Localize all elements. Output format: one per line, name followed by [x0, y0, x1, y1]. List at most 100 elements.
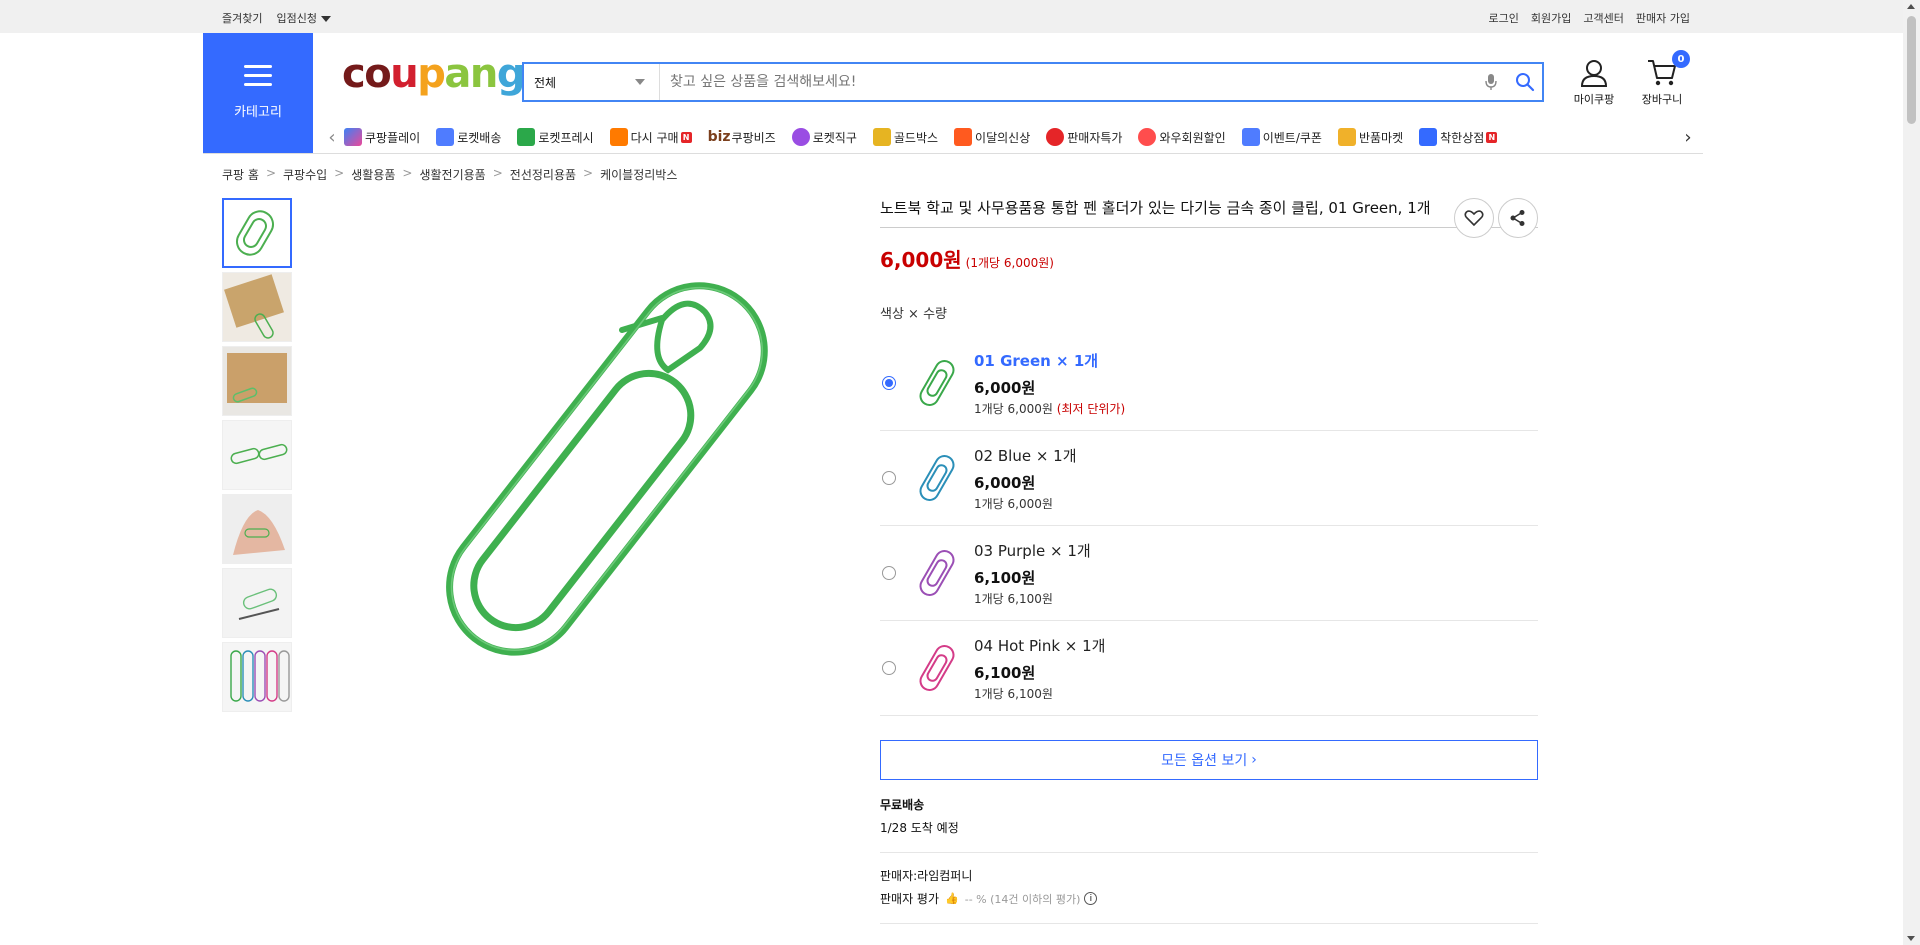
my-coupang-label: 마이쿠팡: [1573, 93, 1615, 106]
search-input[interactable]: [660, 64, 1480, 100]
product-thumbnail[interactable]: [222, 272, 292, 342]
customer-center-link[interactable]: 고객센터: [1583, 10, 1623, 26]
cart-button[interactable]: 장바구니 0: [1636, 50, 1690, 107]
strip-item-rebuy[interactable]: 다시 구매 N: [609, 128, 692, 146]
play-icon: [344, 128, 362, 146]
product-thumbnail[interactable]: [222, 420, 292, 490]
strip-item-returnmarket[interactable]: 반품마켓: [1337, 128, 1404, 146]
strip-item-rocketdirect[interactable]: 로켓직구: [791, 128, 857, 146]
signup-link[interactable]: 회원가입: [1531, 10, 1571, 26]
search-scope-select[interactable]: 전체: [524, 64, 660, 100]
option-radio[interactable]: [882, 376, 896, 390]
bookmark-link[interactable]: 즐겨찾기: [222, 10, 262, 26]
breadcrumb-item[interactable]: 생활용품: [351, 166, 395, 183]
search-bar: 전체: [522, 62, 1544, 102]
product-thumbnail[interactable]: [222, 346, 292, 416]
option-item[interactable]: 04 Hot Pink × 1개 6,100원 1개당 6,100원: [880, 621, 1538, 716]
strip-item-rocketfresh[interactable]: 로켓프레시: [517, 128, 594, 146]
option-thumbnail: [919, 645, 955, 691]
all-options-label: 모든 옵션 보기: [1161, 753, 1248, 769]
seller-rating-value: -- % (14건 이하의 평가): [964, 892, 1081, 906]
login-link[interactable]: 로그인: [1489, 10, 1519, 26]
share-button[interactable]: [1498, 198, 1538, 238]
scroll-thumb[interactable]: [1907, 16, 1916, 124]
cart-count-badge: 0: [1672, 50, 1690, 68]
option-unit-price: 1개당 6,100원: [974, 591, 1053, 606]
biz-logo: biz: [707, 129, 731, 145]
option-unit-price: 1개당 6,000원: [974, 496, 1053, 511]
breadcrumb: 쿠팡 홈 > 쿠팡수입 > 생활용품 > 생활전기용품 > 전선정리용품 > 케이블정리박…: [222, 166, 677, 183]
breadcrumb-item[interactable]: 쿠팡수입: [283, 166, 327, 183]
strip-item-rocket[interactable]: 로켓배송: [436, 128, 501, 146]
arrival-estimate: 1/28 도착 예정: [880, 821, 959, 835]
basket-icon: [609, 128, 628, 146]
option-label: 색상 × 수량: [880, 307, 947, 322]
page-scrollbar[interactable]: [1903, 0, 1920, 945]
seller-name[interactable]: 판매자:라임컴퍼니: [880, 867, 1538, 884]
chevron-left-icon[interactable]: ‹: [320, 127, 344, 148]
option-item[interactable]: 01 Green × 1개 6,000원 1개당 6,000원 (최저 단위가): [880, 336, 1538, 431]
product-thumbnail[interactable]: [222, 198, 292, 268]
strip-label: 판매자특가: [1067, 130, 1123, 145]
strip-item-sellerdeal[interactable]: 판매자특가: [1046, 128, 1122, 146]
header-divider: [203, 153, 1703, 154]
info-icon[interactable]: i: [1084, 892, 1098, 905]
option-item[interactable]: 02 Blue × 1개 6,000원 1개당 6,000원: [880, 431, 1538, 526]
option-name: 04 Hot Pink × 1개: [974, 636, 1106, 655]
option-price: 6,100원: [974, 663, 1036, 682]
option-radio[interactable]: [882, 566, 896, 580]
seller-apply-link[interactable]: 입점신청: [276, 10, 331, 26]
product-thumbnail[interactable]: [222, 642, 292, 712]
strip-label: 쿠팡비즈: [731, 130, 776, 145]
chevron-right-icon[interactable]: ›: [1676, 127, 1700, 148]
cart-label: 장바구니: [1641, 93, 1683, 106]
option-item[interactable]: 03 Purple × 1개 6,100원 1개당 6,100원: [880, 526, 1538, 621]
strip-item-goldbox[interactable]: 골드박스: [872, 128, 939, 146]
strip-label: 반품마켓: [1358, 130, 1404, 145]
seller-signup-link[interactable]: 판매자 가입: [1636, 10, 1690, 26]
breadcrumb-item[interactable]: 전선정리용품: [510, 166, 576, 183]
all-options-button[interactable]: 모든 옵션 보기 ›: [880, 740, 1538, 780]
chevron-right-icon: >: [334, 166, 345, 180]
option-radio[interactable]: [882, 471, 896, 485]
strip-item-newarrivals[interactable]: 이달의신상: [954, 128, 1030, 146]
scroll-down-icon[interactable]: [1907, 936, 1915, 941]
caret-down-icon: [320, 16, 331, 22]
category-menu-button[interactable]: 카테고리: [203, 33, 313, 153]
chevron-right-icon: >: [265, 166, 276, 180]
wishlist-button[interactable]: [1454, 198, 1494, 238]
strip-item-biz[interactable]: biz 쿠팡비즈: [708, 129, 776, 146]
mic-icon[interactable]: [1480, 73, 1502, 91]
main-product-image[interactable]: [400, 230, 820, 700]
product-thumbnail[interactable]: [222, 494, 292, 564]
strip-label: 로켓배송: [457, 130, 502, 145]
lowest-unit-tag: (최저 단위가): [1056, 401, 1126, 416]
rocket-fresh-icon: [517, 128, 536, 146]
breadcrumb-item[interactable]: 생활전기용품: [419, 166, 485, 183]
option-price: 6,000원: [974, 378, 1036, 397]
title-divider: [880, 227, 1538, 228]
strip-label: 로켓직구: [812, 130, 857, 145]
option-radio[interactable]: [882, 661, 896, 675]
search-icon[interactable]: [1508, 72, 1542, 92]
option-name: 02 Blue × 1개: [974, 446, 1077, 465]
strip-item-event[interactable]: 이벤트/쿠폰: [1241, 128, 1322, 146]
strip-label: 로켓프레시: [538, 130, 594, 145]
breadcrumb-item[interactable]: 쿠팡 홈: [222, 166, 259, 183]
strip-label: 이달의신상: [975, 130, 1031, 145]
scroll-up-icon[interactable]: [1907, 4, 1915, 9]
thumbnail-list: [222, 198, 294, 716]
strip-item-coupangplay[interactable]: 쿠팡플레이: [344, 128, 420, 146]
strip-item-goodshop[interactable]: 착한상점 N: [1419, 128, 1498, 146]
product-thumbnail[interactable]: [222, 568, 292, 638]
coupang-logo[interactable]: coupang: [342, 54, 525, 94]
new-badge-icon: N: [680, 131, 692, 143]
strip-item-wow[interactable]: 와우회원할인: [1138, 128, 1226, 146]
new-badge-icon: N: [1486, 131, 1498, 143]
price-block: 6,000원 (1개당 6,000원): [880, 244, 1538, 273]
store-icon: [1337, 128, 1356, 146]
option-price: 6,100원: [974, 568, 1036, 587]
my-coupang-button[interactable]: 마이쿠팡: [1566, 58, 1622, 107]
breadcrumb-item[interactable]: 케이블정리박스: [600, 166, 677, 183]
strip-label: 골드박스: [893, 130, 939, 145]
